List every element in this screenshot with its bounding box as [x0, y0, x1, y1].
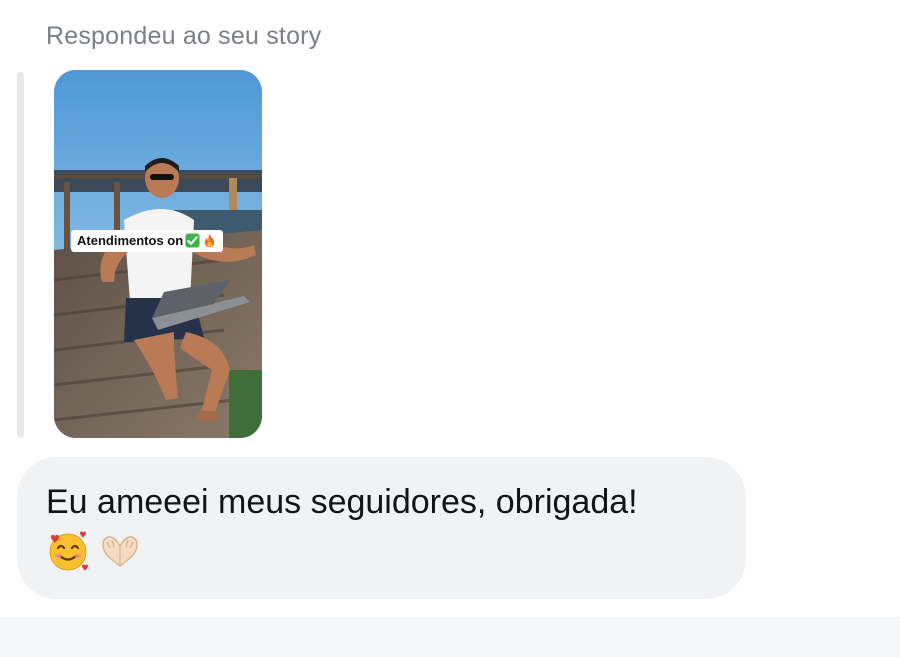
story-thumbnail[interactable]: Atendimentos on	[54, 70, 262, 438]
composer-area-edge	[0, 617, 900, 657]
story-photo	[54, 70, 262, 438]
message-emoji-row	[45, 528, 143, 574]
reply-indicator-bar	[17, 72, 24, 438]
message-bubble[interactable]: Eu ameeei meus seguidores, obrigada!	[17, 457, 746, 599]
fire-icon	[204, 233, 215, 248]
story-sticker: Atendimentos on	[71, 230, 224, 252]
check-mark-button-icon	[185, 233, 200, 248]
smiling-face-with-hearts-icon	[49, 531, 88, 571]
heart-hands-icon	[102, 536, 138, 567]
message-text: Eu ameeei meus seguidores, obrigada!	[46, 483, 638, 521]
story-reply-caption: Respondeu ao seu story	[46, 22, 322, 50]
story-sticker-text: Atendimentos on	[77, 233, 184, 248]
